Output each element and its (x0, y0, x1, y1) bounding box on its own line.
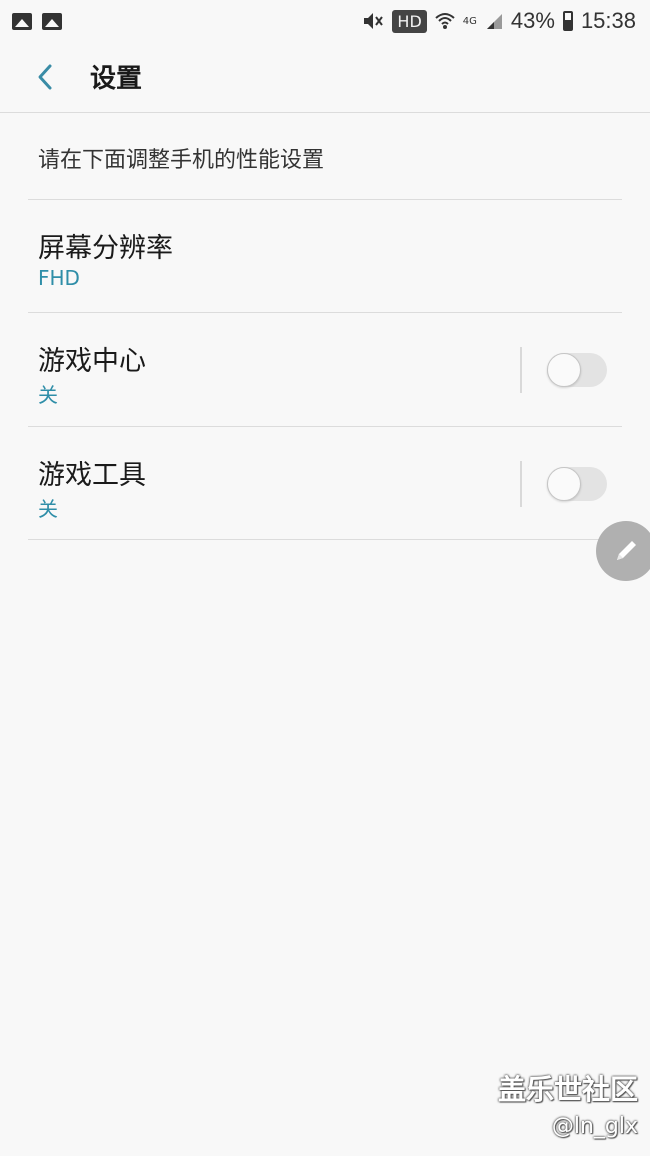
divider (28, 539, 622, 540)
network-type: 4G (462, 15, 477, 27)
floating-edit-button[interactable] (596, 521, 650, 581)
setting-title: 游戏工具 (38, 460, 146, 491)
toggle-knob (547, 467, 581, 501)
setting-title: 屏幕分辨率 (38, 233, 173, 264)
watermark: 盖乐世社区 @ln_glx (498, 1068, 638, 1139)
chevron-left-icon (38, 64, 52, 90)
setting-value: FHD (38, 266, 80, 290)
clock: 15:38 (580, 8, 636, 33)
header: 设置 (0, 42, 650, 113)
status-bar: HD 4G 43% 15:38 (0, 0, 650, 42)
status-left (12, 12, 62, 30)
mute-icon (364, 13, 384, 29)
status-right: HD 4G 43% 15:38 (362, 8, 636, 34)
setting-value: 关 (38, 383, 58, 407)
gallery-icon (12, 12, 32, 30)
description-text: 请在下面调整手机的性能设置 (38, 148, 325, 173)
back-button[interactable] (32, 62, 58, 92)
battery-percent: 43% (510, 8, 555, 33)
gallery-icon (42, 12, 62, 30)
pencil-icon (617, 541, 636, 560)
toggle-knob (547, 353, 581, 387)
game-tools-toggle[interactable] (547, 467, 607, 501)
setting-item-game-center[interactable]: 游戏中心 关 (0, 313, 650, 425)
separator (520, 347, 522, 393)
wifi-icon (435, 13, 455, 29)
hd-badge: HD (392, 9, 427, 33)
separator (520, 461, 522, 507)
setting-title: 游戏中心 (38, 346, 146, 377)
setting-item-screen-resolution[interactable]: 屏幕分辨率 FHD (0, 200, 650, 312)
setting-item-game-tools[interactable]: 游戏工具 关 (0, 427, 650, 539)
game-center-toggle[interactable] (547, 353, 607, 387)
signal-icon (486, 14, 502, 29)
setting-value: 关 (38, 497, 58, 521)
watermark-site: 盖乐世社区 (497, 1073, 638, 1106)
page-title: 设置 (90, 64, 143, 94)
battery-icon (562, 11, 573, 31)
watermark-user: @ln_glx (551, 1114, 638, 1139)
